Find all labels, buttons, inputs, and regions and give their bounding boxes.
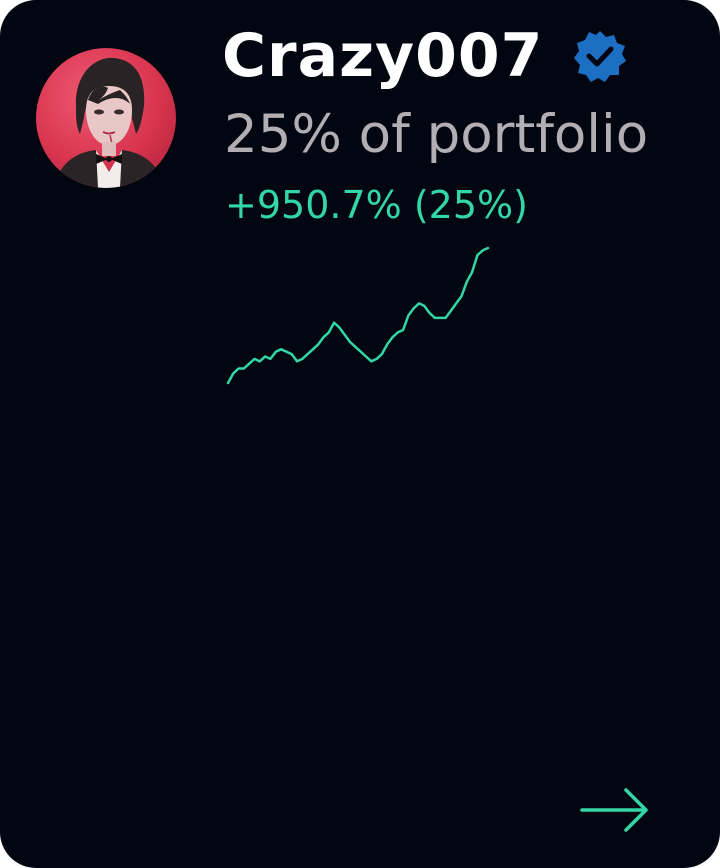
trader-name[interactable]: Crazy007 <box>222 22 543 90</box>
person-avatar-image <box>54 57 164 188</box>
arrow-right-icon[interactable] <box>578 784 652 836</box>
trader-card[interactable]: Crazy007 25% of portfolio +950.7% (25%) <box>0 0 720 868</box>
verified-badge-icon <box>573 29 627 83</box>
performance-gain: +950.7% (25%) <box>225 183 528 227</box>
name-row: Crazy007 <box>222 22 627 90</box>
portfolio-share: 25% of portfolio <box>224 104 649 165</box>
avatar[interactable] <box>36 48 176 188</box>
sparkline-series <box>226 246 490 385</box>
